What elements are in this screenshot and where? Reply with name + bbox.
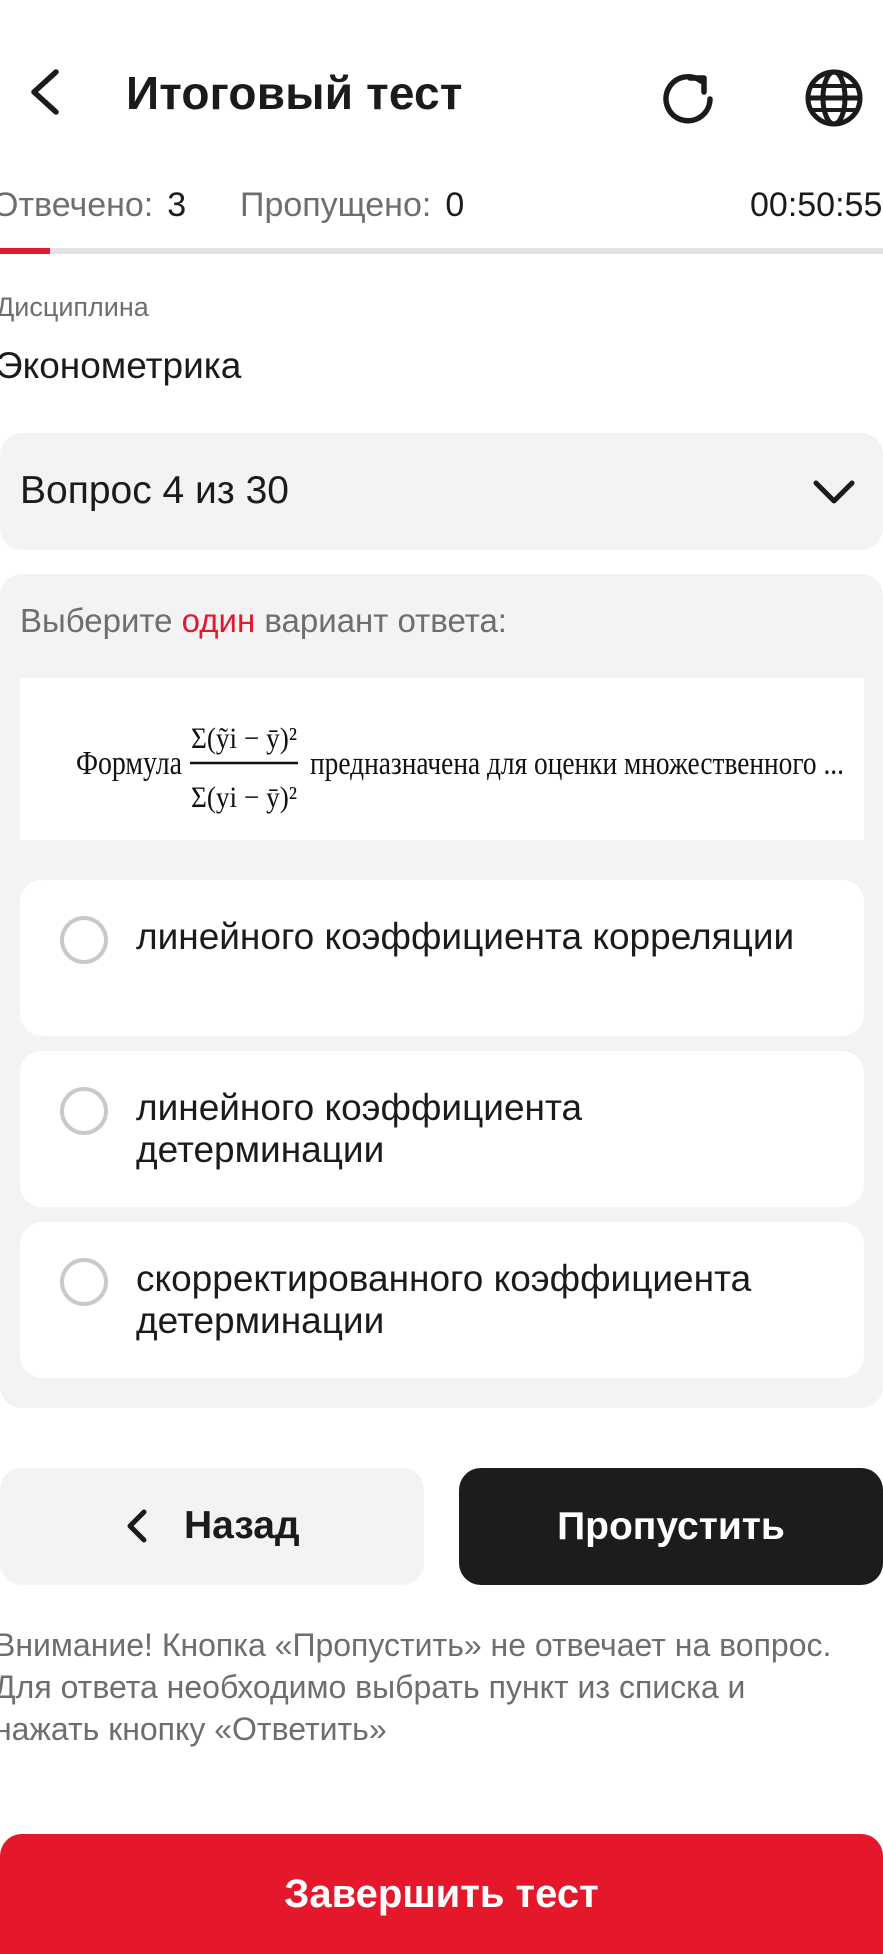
- answer-option-label: линейного коэффициента корреляции: [136, 916, 795, 957]
- progress-bar-fill: [0, 248, 51, 254]
- timer: 00:50:55: [750, 186, 883, 224]
- skip-button[interactable]: Пропустить: [459, 1468, 883, 1585]
- discipline-name: Эконометрика: [0, 345, 242, 386]
- answer-option-label: скорректированного коэффициента детермин…: [136, 1258, 752, 1341]
- radio-button[interactable]: [60, 916, 108, 964]
- formula-denominator: Σ(yi − ȳ)²: [191, 781, 297, 814]
- instruction-accent: один: [181, 602, 256, 639]
- answer-option[interactable]: линейного коэффициента корреляции: [20, 880, 864, 1036]
- skip-notice: Внимание! Кнопка «Пропустить» не отвечае…: [0, 1627, 832, 1747]
- formula-prefix: Формула: [76, 745, 182, 782]
- finish-test-button[interactable]: Завершить тест: [0, 1834, 883, 1954]
- answered-label: Отвечено:: [0, 186, 154, 224]
- answer-option[interactable]: скорректированного коэффициента детермин…: [20, 1222, 864, 1378]
- skipped-count: 0: [445, 186, 465, 224]
- question-selector-label: Вопрос 4 из 30: [20, 469, 289, 512]
- answer-option-label: линейного коэффициента детерминации: [136, 1087, 583, 1170]
- instruction-before: Выберите: [20, 602, 173, 639]
- skipped-label: Пропущено:: [240, 186, 432, 224]
- radio-button[interactable]: [60, 1087, 108, 1135]
- discipline-label: Дисциплина: [0, 292, 149, 322]
- app-header: Итоговый тест: [0, 0, 883, 190]
- formula-numerator: Σ(ỹi − ȳ)²: [191, 722, 297, 755]
- refresh-icon[interactable]: [655, 66, 721, 132]
- globe-icon[interactable]: [802, 66, 866, 130]
- answer-instruction: Выберите один вариант ответа:: [20, 602, 507, 640]
- answer-option[interactable]: линейного коэффициента детерминации: [20, 1051, 864, 1207]
- formula: Формула Σ(ỹi − ȳ)² Σ(yi − ȳ)² предназнач…: [76, 722, 844, 814]
- page-title: Итоговый тест: [126, 67, 463, 119]
- question-selector[interactable]: Вопрос 4 из 30: [0, 433, 883, 550]
- test-stats: Отвечено: 3 Пропущено: 0 00:50:55: [0, 186, 883, 236]
- chevron-down-icon: [813, 480, 855, 504]
- formula-suffix: предназначена для оценки множественного …: [310, 746, 844, 782]
- finish-test-label: Завершить тест: [284, 1872, 599, 1916]
- back-button[interactable]: Назад: [0, 1468, 424, 1585]
- answered-stat: Отвечено: 3: [0, 186, 186, 225]
- skipped-stat: Пропущено: 0: [240, 186, 464, 225]
- instruction-after: вариант ответа:: [264, 602, 507, 639]
- answered-count: 3: [167, 186, 187, 224]
- radio-button[interactable]: [60, 1258, 108, 1306]
- question-card: Выберите один вариант ответа: Формула Σ(…: [0, 574, 883, 1408]
- chevron-left-icon: [127, 1509, 147, 1543]
- back-arrow-icon[interactable]: [18, 62, 78, 122]
- question-formula-image: Формула Σ(ỹi − ȳ)² Σ(yi − ȳ)² предназнач…: [20, 678, 864, 840]
- back-button-label: Назад: [184, 1504, 300, 1547]
- progress-bar: [0, 248, 883, 254]
